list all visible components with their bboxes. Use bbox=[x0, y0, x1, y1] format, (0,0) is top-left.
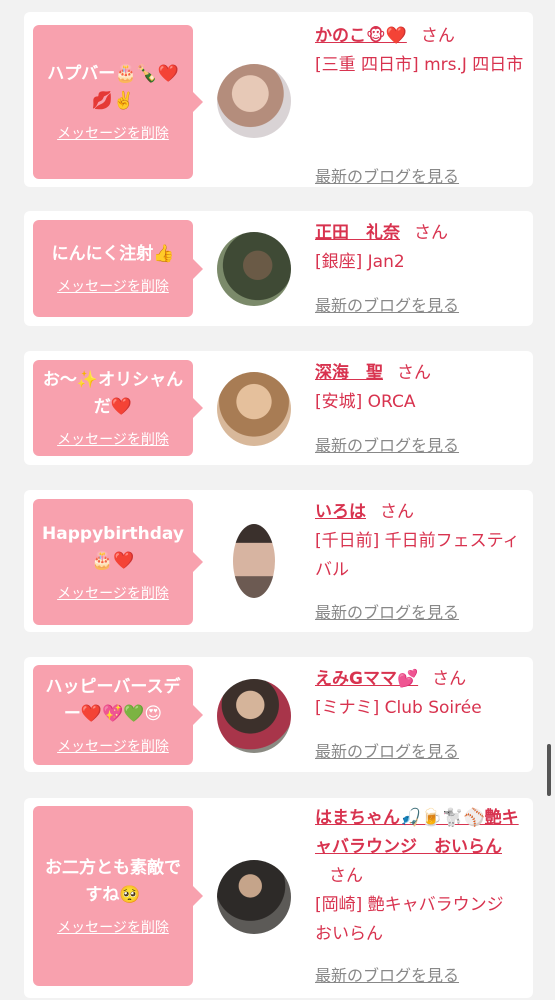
latest-blog-link[interactable]: 最新のブログを見る bbox=[315, 961, 459, 990]
message-text: ハッピーバースデー❤️💖💚😍 bbox=[45, 677, 181, 724]
latest-blog-link[interactable]: 最新のブログを見る bbox=[315, 431, 459, 460]
message-text: Happybirthday🎂❤️ bbox=[42, 524, 184, 571]
message-bubble: にんにく注射👍 メッセージを削除 bbox=[33, 220, 203, 317]
message-text: にんにく注射👍 bbox=[51, 244, 175, 264]
shop-location: [千日前] 千日前フェスティバル bbox=[315, 531, 520, 580]
message-bubble: お〜✨オリシャんだ❤️ メッセージを削除 bbox=[33, 360, 203, 456]
delete-message-link[interactable]: メッセージを削除 bbox=[57, 917, 169, 937]
user-info: 正田 礼奈 さん [銀座] Jan2 最新のブログを見る bbox=[315, 219, 525, 319]
user-info: 深海 聖さん [安城] ORCA 最新のブログを見る bbox=[315, 359, 525, 459]
message-text: お二方とも素敵ですね🥺 bbox=[45, 858, 181, 905]
delete-message-link[interactable]: メッセージを削除 bbox=[57, 123, 169, 143]
shop-location: [岡崎] 艶キャバラウンジ おいらん bbox=[315, 895, 504, 944]
message-card: Happybirthday🎂❤️ メッセージを削除 いろは さん [千日前] 千日… bbox=[24, 490, 533, 632]
avatar[interactable] bbox=[217, 679, 291, 753]
avatar[interactable] bbox=[217, 372, 291, 446]
message-text: お〜✨オリシャんだ❤️ bbox=[42, 370, 184, 417]
user-name-link[interactable]: 正田 礼奈 bbox=[315, 223, 400, 243]
honorific: さん bbox=[414, 223, 448, 243]
honorific: さん bbox=[432, 669, 467, 689]
message-bubble: ハッピーバースデー❤️💖💚😍 メッセージを削除 bbox=[33, 665, 203, 765]
user-name-link[interactable]: かのこ🐵❤️ bbox=[315, 26, 407, 46]
message-bubble: お二方とも素敵ですね🥺 メッセージを削除 bbox=[33, 806, 203, 986]
user-info: いろは さん [千日前] 千日前フェスティバル 最新のブログを見る bbox=[315, 498, 525, 628]
latest-blog-link[interactable]: 最新のブログを見る bbox=[315, 162, 459, 191]
user-name-link[interactable]: いろは bbox=[315, 502, 366, 522]
user-info: えみGママ💕 さん [ミナミ] Club Soirée 最新のブログを見る bbox=[315, 665, 525, 765]
message-card: ハッピーバースデー❤️💖💚😍 メッセージを削除 えみGママ💕 さん [ミナミ] C… bbox=[24, 657, 533, 772]
latest-blog-link[interactable]: 最新のブログを見る bbox=[315, 737, 459, 766]
message-card: にんにく注射👍 メッセージを削除 正田 礼奈 さん [銀座] Jan2 最新のブロ… bbox=[24, 211, 533, 326]
message-card: お〜✨オリシャんだ❤️ メッセージを削除 深海 聖さん [安城] ORCA 最新… bbox=[24, 351, 533, 465]
message-text: ハプバー🎂🍾❤️💋✌️ bbox=[47, 64, 179, 111]
user-info: かのこ🐵❤️ さん [三重 四日市] mrs.J 四日市 最新のブログを見る bbox=[315, 22, 525, 186]
shop-location: [銀座] Jan2 bbox=[315, 252, 405, 272]
scrollbar[interactable] bbox=[547, 744, 551, 796]
delete-message-link[interactable]: メッセージを削除 bbox=[57, 583, 169, 603]
avatar[interactable] bbox=[217, 64, 291, 138]
avatar[interactable] bbox=[233, 524, 275, 598]
shop-location: [三重 四日市] mrs.J 四日市 bbox=[315, 55, 524, 75]
user-name-link[interactable]: えみGママ💕 bbox=[315, 669, 418, 689]
honorific: さん bbox=[397, 363, 431, 383]
user-name-link[interactable]: はまちゃん🎣🍺🐩⚾艶キャバラウンジ おいらん bbox=[315, 808, 519, 857]
avatar[interactable] bbox=[217, 232, 291, 306]
message-card: ハプバー🎂🍾❤️💋✌️ メッセージを削除 かのこ🐵❤️ さん [三重 四日市] m… bbox=[24, 12, 533, 187]
avatar[interactable] bbox=[217, 860, 291, 934]
message-bubble: Happybirthday🎂❤️ メッセージを削除 bbox=[33, 499, 203, 625]
user-name-link[interactable]: 深海 聖 bbox=[315, 363, 383, 383]
message-card: お二方とも素敵ですね🥺 メッセージを削除 はまちゃん🎣🍺🐩⚾艶キャバラウンジ お… bbox=[24, 798, 533, 998]
honorific: さん bbox=[380, 502, 414, 522]
delete-message-link[interactable]: メッセージを削除 bbox=[57, 429, 169, 449]
delete-message-link[interactable]: メッセージを削除 bbox=[57, 276, 169, 296]
latest-blog-link[interactable]: 最新のブログを見る bbox=[315, 291, 459, 320]
latest-blog-link[interactable]: 最新のブログを見る bbox=[315, 598, 459, 627]
user-info: はまちゃん🎣🍺🐩⚾艶キャバラウンジ おいらんさん [岡崎] 艶キャバラウンジ お… bbox=[315, 804, 525, 994]
honorific: さん bbox=[329, 866, 363, 886]
delete-message-link[interactable]: メッセージを削除 bbox=[57, 736, 169, 756]
message-bubble: ハプバー🎂🍾❤️💋✌️ メッセージを削除 bbox=[33, 25, 203, 179]
shop-location: [安城] ORCA bbox=[315, 392, 416, 412]
shop-location: [ミナミ] Club Soirée bbox=[315, 698, 482, 718]
honorific: さん bbox=[420, 26, 455, 46]
